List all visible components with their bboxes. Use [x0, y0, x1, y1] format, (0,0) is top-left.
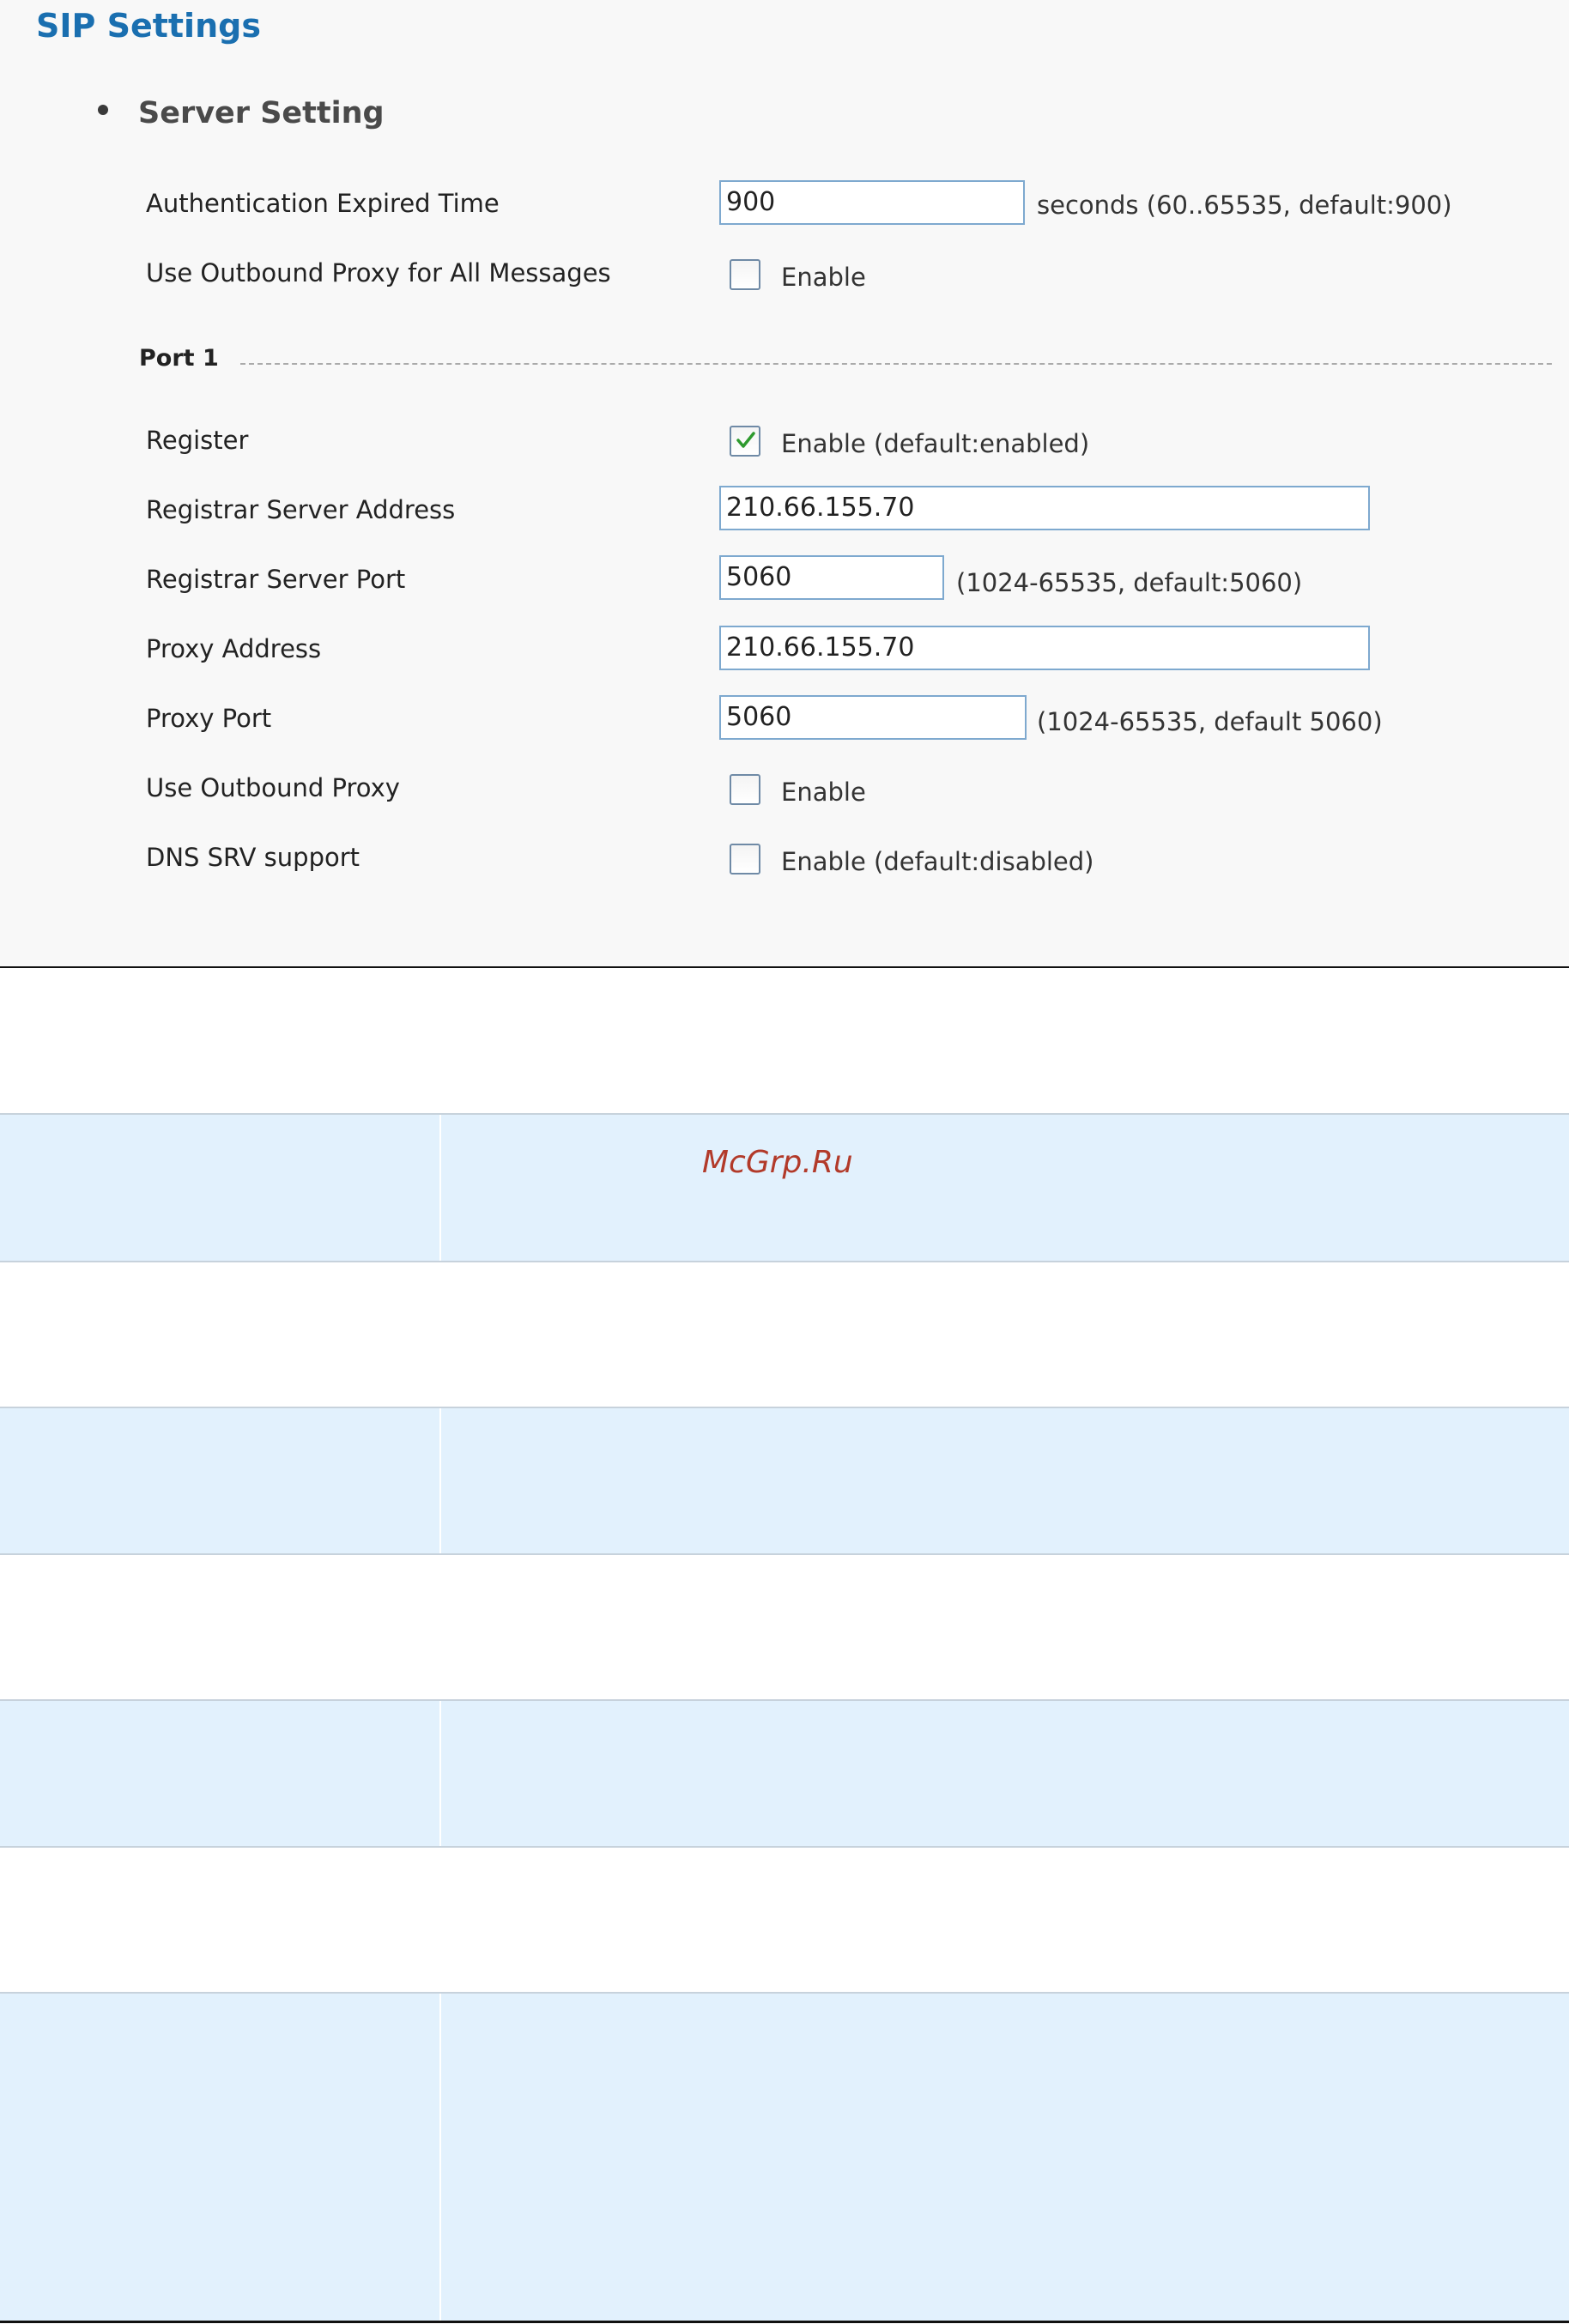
table-row: [0, 1846, 1569, 1992]
outbound-all-label: Use Outbound Proxy for All Messages: [146, 258, 611, 287]
use-outbound-checkbox[interactable]: [730, 774, 760, 805]
page-title: SIP Settings: [36, 7, 261, 45]
dns-srv-checkbox[interactable]: [730, 844, 760, 875]
auth-expired-hint: seconds (60..65535, default:900): [1037, 191, 1452, 220]
outbound-all-option: Enable: [781, 263, 866, 292]
use-outbound-option: Enable: [781, 778, 866, 807]
bullet-icon: [98, 105, 108, 115]
port-divider: [240, 363, 1552, 365]
register-checkbox[interactable]: [730, 426, 760, 457]
proxy-port-label: Proxy Port: [146, 704, 272, 733]
table-row: [0, 1261, 1569, 1407]
table-row: [0, 1113, 1569, 1261]
proxy-port-hint: (1024-65535, default 5060): [1037, 707, 1383, 736]
auth-expired-input[interactable]: 900: [719, 180, 1025, 225]
table-row: [0, 1407, 1569, 1553]
section-title: Server Setting: [138, 96, 385, 130]
dns-srv-option: Enable (default:disabled): [781, 847, 1094, 876]
column-divider: [439, 1115, 441, 1261]
column-divider: [439, 1408, 441, 1553]
table-row: [0, 1553, 1569, 1699]
registrar-port-input[interactable]: 5060: [719, 555, 944, 600]
outbound-all-checkbox[interactable]: [730, 259, 760, 290]
dns-srv-label: DNS SRV support: [146, 843, 360, 872]
column-divider: [439, 1994, 441, 2321]
bottom-rule: [0, 2321, 1569, 2323]
port-label: Port 1: [139, 345, 219, 372]
register-label: Register: [146, 426, 249, 455]
registrar-port-hint: (1024-65535, default:5060): [956, 568, 1303, 597]
proxy-port-input[interactable]: 5060: [719, 695, 1027, 740]
registrar-address-label: Registrar Server Address: [146, 495, 456, 524]
watermark: McGrp.Ru: [702, 1145, 853, 1180]
auth-expired-label: Authentication Expired Time: [146, 189, 500, 218]
sip-settings-panel: SIP Settings Server Setting Authenticati…: [0, 0, 1569, 966]
table-row: [0, 1992, 1569, 2321]
proxy-address-label: Proxy Address: [146, 634, 322, 663]
check-icon: [736, 432, 755, 448]
register-option: Enable (default:enabled): [781, 429, 1090, 458]
panel-divider: [0, 966, 1569, 968]
registrar-port-label: Registrar Server Port: [146, 565, 406, 594]
page: SIP Settings Server Setting Authenticati…: [0, 0, 1569, 2324]
proxy-address-input[interactable]: 210.66.155.70: [719, 626, 1370, 670]
use-outbound-label: Use Outbound Proxy: [146, 773, 400, 802]
table-row: [0, 1699, 1569, 1846]
registrar-address-input[interactable]: 210.66.155.70: [719, 486, 1370, 530]
column-divider: [439, 1701, 441, 1846]
